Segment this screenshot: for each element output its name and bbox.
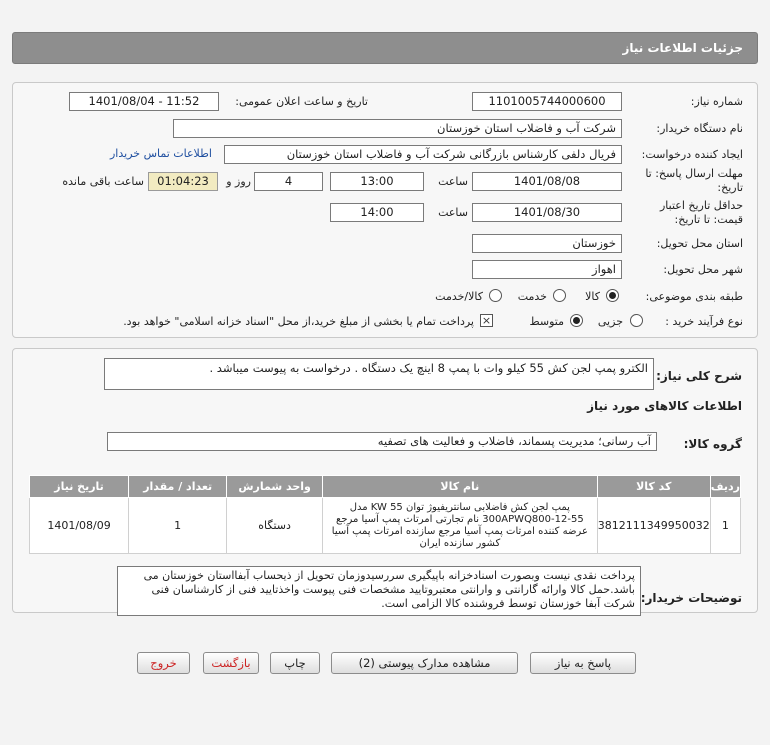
print-button[interactable]: چاپ <box>270 652 320 674</box>
goods-section-title: اطلاعات کالاهای مورد نیاز <box>587 399 742 413</box>
summary-field: الکترو پمپ لجن کش 55 کیلو وات با پمپ 8 ا… <box>104 358 654 390</box>
process-label: نوع فرآیند خرید : <box>665 315 743 328</box>
creator-field: فریال دلفی کارشناس بازرگانی شرکت آب و فا… <box>224 145 622 164</box>
attachments-button[interactable]: مشاهده مدارک پیوستی (2) <box>331 652 518 674</box>
col-code: کد کالا <box>596 475 711 498</box>
validity-time-label: ساعت <box>438 206 468 219</box>
cell-name: پمپ لجن کش فاضلابی سانتریفیوژ توان KW 55… <box>321 497 598 554</box>
buyer-org-field: شرکت آب و فاضلاب استان خوزستان <box>173 119 622 138</box>
validity-date-field: 1401/08/30 <box>472 203 622 222</box>
treasury-payment-checkbox[interactable]: × <box>480 314 493 327</box>
page-title: جزئیات اطلاعات نیاز <box>622 41 743 55</box>
goods-group-field: آب رسانی؛ مدیریت پسماند، فاضلاب و فعالیت… <box>107 432 657 451</box>
category-goods-radio[interactable] <box>606 289 619 302</box>
goods-table: تاریخ نیاز تعداد / مقدار واحد شمارش نام … <box>28 475 742 554</box>
need-number-label: شماره نیاز: <box>690 95 743 108</box>
buyer-org-label: نام دستگاه خریدار: <box>656 122 743 135</box>
validity-time-field: 14:00 <box>330 203 424 222</box>
send-date-field: 1401/08/08 <box>472 172 622 191</box>
city-label: شهر محل تحویل: <box>663 263 743 276</box>
city-field: اهواز <box>472 260 622 279</box>
cell-code: 3812111349950032 <box>596 497 711 554</box>
back-button[interactable]: بازگشت <box>203 652 259 674</box>
remaining-time-field: 01:04:23 <box>148 172 218 191</box>
process-medium-radio[interactable] <box>570 314 583 327</box>
col-name: نام کالا <box>321 475 598 498</box>
treasury-payment-note: پرداخت تمام یا بخشی از مبلغ خرید،از محل … <box>123 315 474 328</box>
col-qty: تعداد / مقدار <box>128 475 228 498</box>
announce-label: تاریخ و ساعت اعلان عمومی: <box>235 95 368 108</box>
exit-button[interactable]: خروج <box>137 652 190 674</box>
summary-label: شرح کلی نیاز: <box>656 369 742 383</box>
validity-label: حداقل تاریخ اعتبار قیمت: تا تاریخ: <box>659 199 743 226</box>
buyer-notes-label: توضیحات خریدار: <box>640 591 742 605</box>
process-partial-label: جزیی <box>597 315 623 328</box>
send-time-field: 13:00 <box>330 172 424 191</box>
buyer-notes-field: پرداخت نقدی نیست وبصورت اسنادخزانه باپیگ… <box>117 566 641 616</box>
need-number-field: 1101005744000600 <box>472 92 622 111</box>
category-service-radio[interactable] <box>553 289 566 302</box>
days-label: روز و <box>226 175 251 188</box>
col-row: ردیف <box>709 475 742 498</box>
send-time-label: ساعت <box>438 175 468 188</box>
category-both-label: کالا/خدمت <box>435 290 483 303</box>
cell-qty: 1 <box>128 497 228 554</box>
process-medium-label: متوسط <box>529 315 564 328</box>
announce-field: 1401/08/04 - 11:52 <box>69 92 219 111</box>
cell-date: 1401/08/09 <box>28 497 130 554</box>
category-both-radio[interactable] <box>489 289 502 302</box>
process-partial-radio[interactable] <box>630 314 643 327</box>
province-field: خوزستان <box>472 234 622 253</box>
cell-row: 1 <box>709 497 742 554</box>
category-service-label: خدمت <box>517 290 547 303</box>
reply-button[interactable]: پاسخ به نیاز <box>530 652 636 674</box>
days-field: 4 <box>254 172 323 191</box>
category-goods-label: کالا <box>585 290 600 303</box>
cell-unit: دستگاه <box>226 497 323 554</box>
category-label: طبقه بندی موضوعی: <box>645 290 743 303</box>
table-row: 1401/08/09 1 دستگاه پمپ لجن کش فاضلابی س… <box>28 497 742 554</box>
goods-group-label: گروه کالا: <box>683 437 742 451</box>
creator-label: ایجاد کننده درخواست: <box>641 148 743 161</box>
buyer-contact-link[interactable]: اطلاعات تماس خریدار <box>110 147 212 160</box>
remaining-label: ساعت باقی مانده <box>62 175 144 188</box>
col-unit: واحد شمارش <box>226 475 323 498</box>
province-label: استان محل تحویل: <box>656 237 743 250</box>
col-date: تاریخ نیاز <box>28 475 130 498</box>
goods-table-header: تاریخ نیاز تعداد / مقدار واحد شمارش نام … <box>28 475 742 498</box>
send-deadline-label: مهلت ارسال پاسخ: تا تاریخ: <box>645 167 743 194</box>
page-header: جزئیات اطلاعات نیاز <box>12 32 758 64</box>
